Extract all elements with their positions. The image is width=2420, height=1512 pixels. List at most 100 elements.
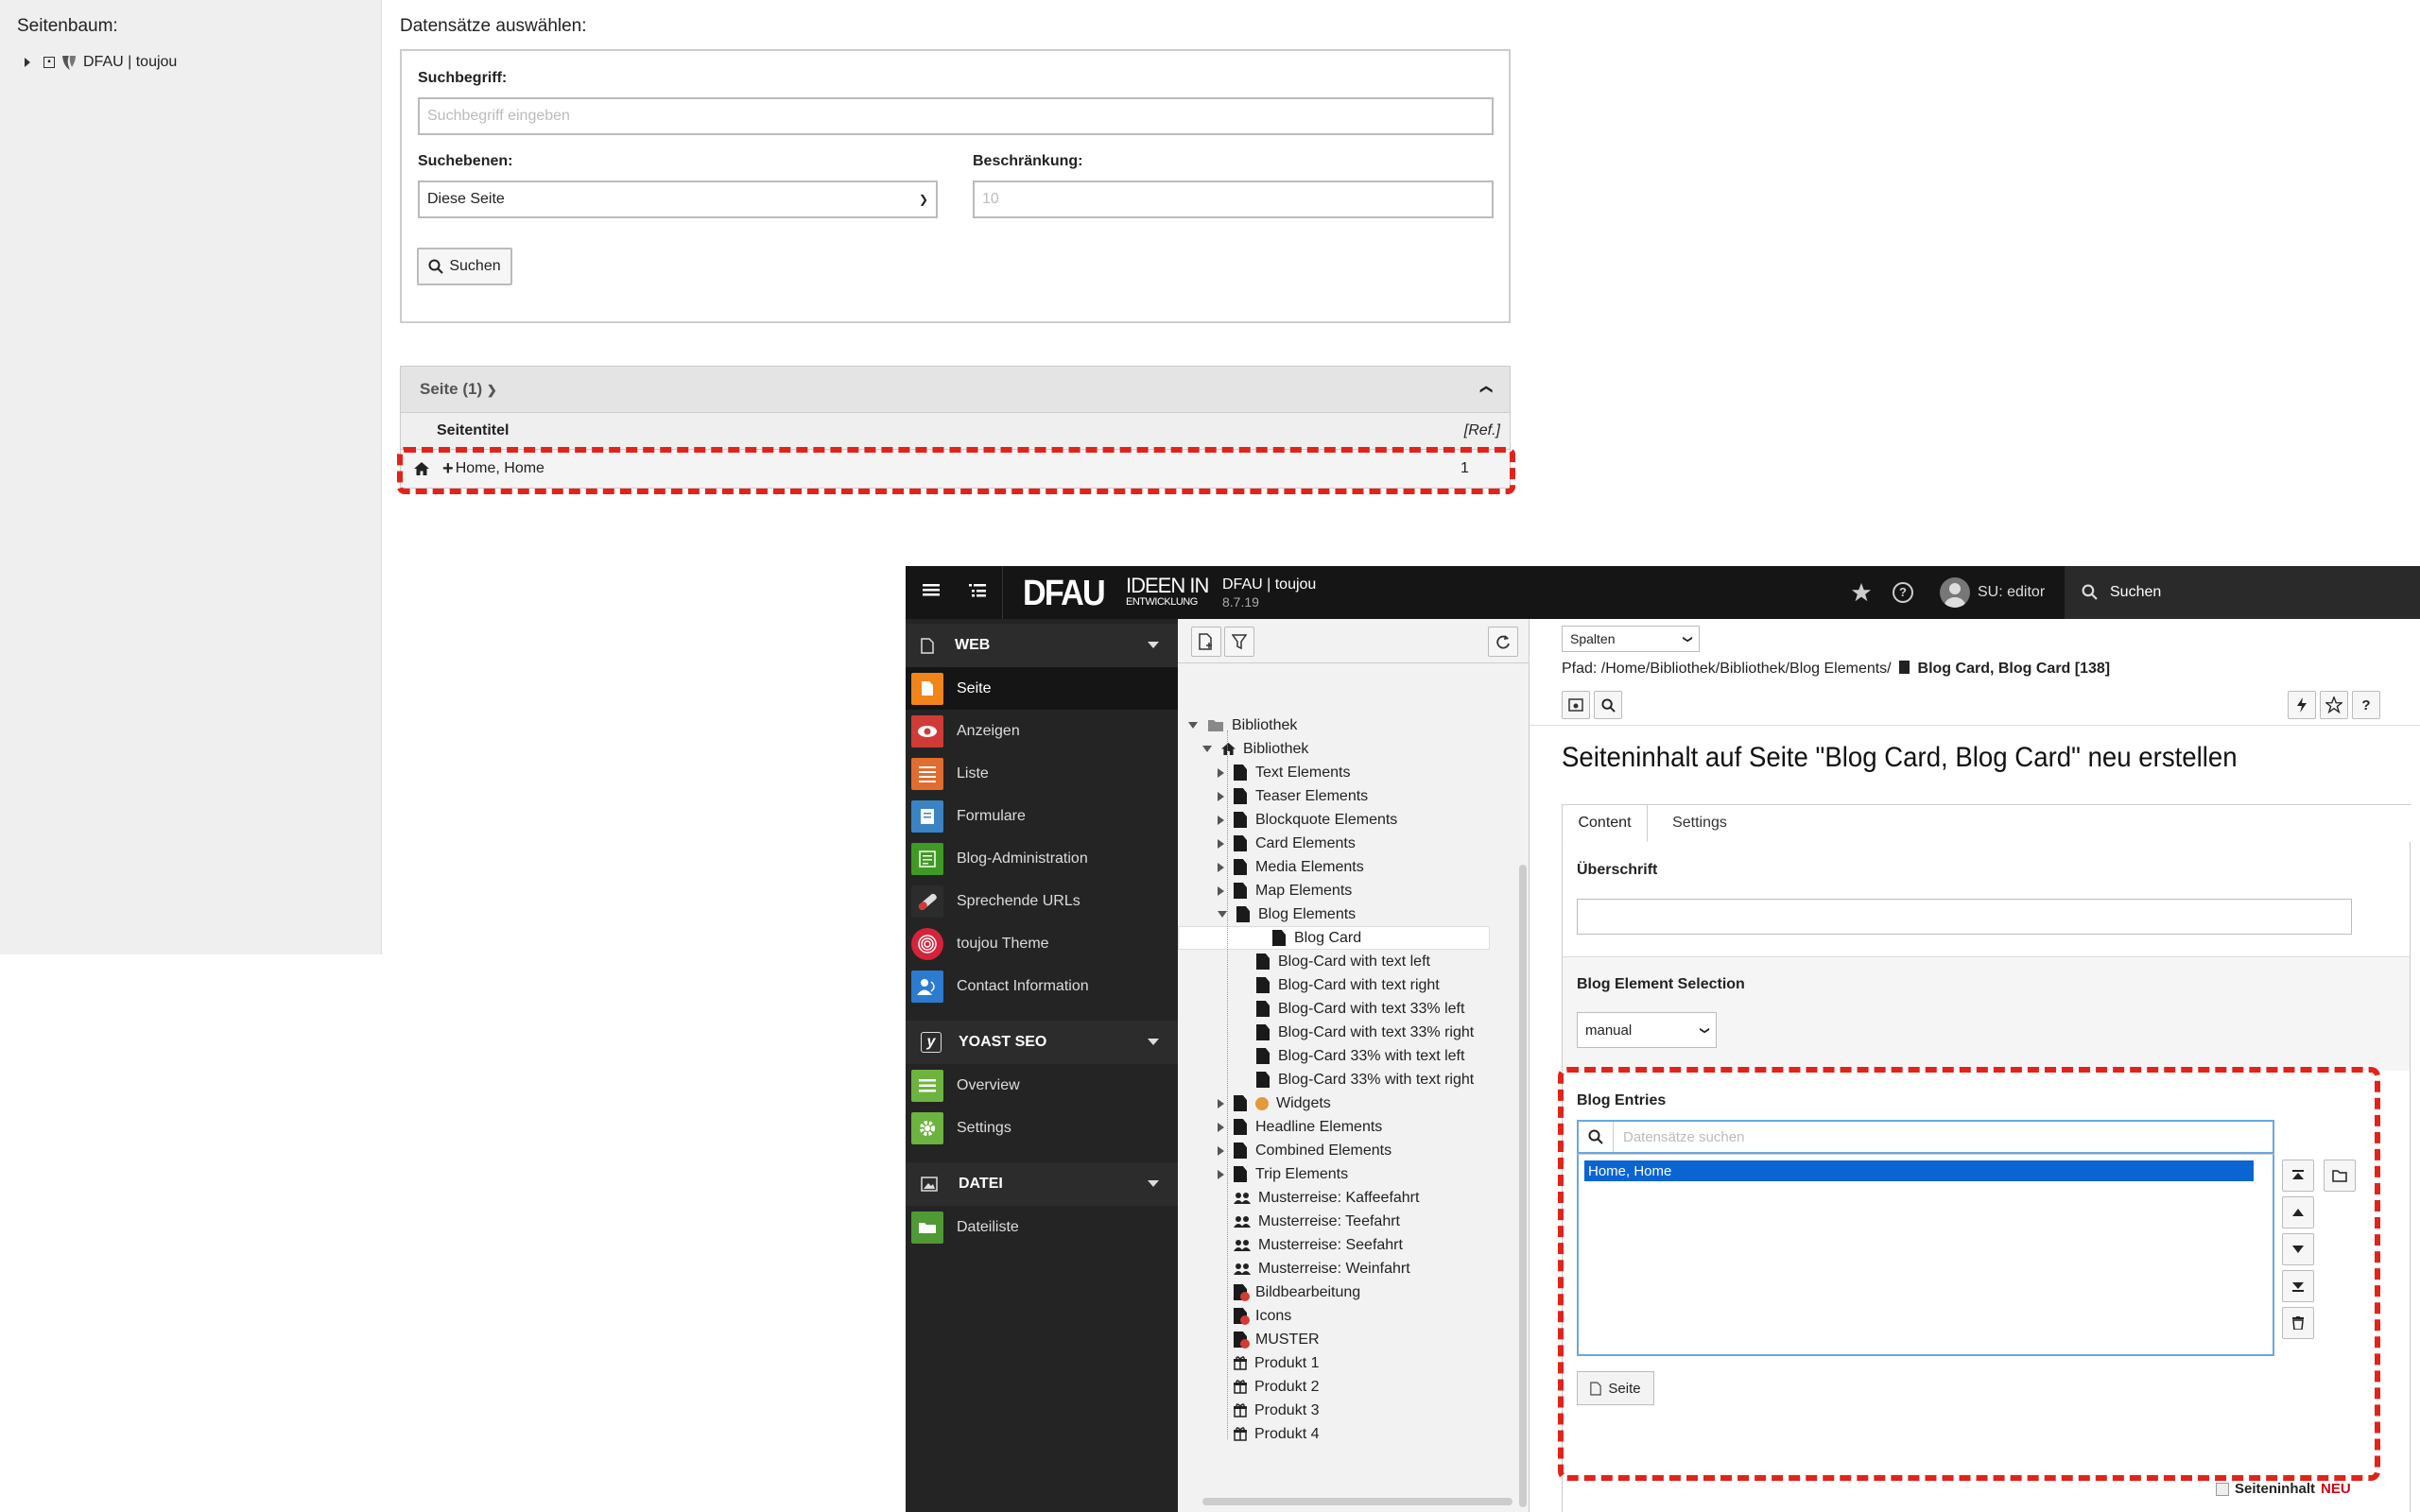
tree-node[interactable]: Bibliothek: [1188, 713, 1297, 737]
add-record-icon[interactable]: +: [442, 458, 454, 480]
expand-icon[interactable]: [1218, 862, 1224, 872]
tree-node[interactable]: Produkt 2: [1218, 1375, 1319, 1399]
expand-icon[interactable]: [1218, 838, 1224, 849]
help-button[interactable]: ?: [2352, 691, 2380, 719]
module-item-formulare[interactable]: Formulare: [906, 795, 1178, 837]
list-item[interactable]: Home, Home: [1584, 1160, 2254, 1181]
tree-node[interactable]: Trip Elements: [1218, 1162, 1348, 1186]
tab-settings[interactable]: Settings: [1657, 804, 1742, 842]
tree-node[interactable]: Combined Elements: [1218, 1139, 1392, 1162]
view-page-button[interactable]: [1562, 691, 1590, 719]
tree-node[interactable]: Blog Card: [1178, 926, 1490, 950]
tree-node[interactable]: MUSTER: [1218, 1328, 1320, 1351]
module-item-urls[interactable]: Sprechende URLs: [906, 880, 1178, 922]
move-top-button[interactable]: [2282, 1160, 2314, 1192]
tab-content[interactable]: Content: [1562, 804, 1648, 842]
search-button-doc[interactable]: [1594, 691, 1622, 719]
table-row[interactable]: + Home, Home 1: [400, 449, 1511, 489]
tree-toggle-icon[interactable]: [969, 583, 986, 598]
tree-scrollbar-horizontal[interactable]: [1202, 1498, 1512, 1505]
move-down-button[interactable]: [2282, 1233, 2314, 1265]
entries-search-input[interactable]: Datensätze suchen: [1577, 1120, 2274, 1154]
expand-icon[interactable]: [1218, 1145, 1224, 1156]
move-bottom-button[interactable]: [2282, 1270, 2314, 1302]
tree-node[interactable]: Blog-Card with text 33% right: [1240, 1021, 1474, 1044]
entries-list[interactable]: Home, Home: [1577, 1154, 2274, 1356]
expand-icon[interactable]: [1218, 1122, 1224, 1132]
collapse-icon[interactable]: [1218, 911, 1227, 918]
tree-node[interactable]: Teaser Elements: [1218, 784, 1368, 808]
tree-node[interactable]: Musterreise: Seefahrt: [1218, 1233, 1403, 1257]
module-item-liste[interactable]: Liste: [906, 752, 1178, 795]
refresh-button[interactable]: [1488, 627, 1518, 657]
tree-node[interactable]: Blog-Card with text right: [1240, 973, 1440, 997]
filter-button[interactable]: [1224, 627, 1254, 657]
module-group-file[interactable]: DATEI: [906, 1162, 1178, 1206]
star-icon[interactable]: [1851, 582, 1872, 603]
folder-browse-button[interactable]: [2324, 1160, 2356, 1192]
module-item-overview[interactable]: Overview: [906, 1064, 1178, 1107]
view-select[interactable]: Spalten ❯: [1562, 626, 1700, 652]
tree-node[interactable]: Text Elements: [1218, 761, 1350, 784]
brand-logo[interactable]: DFAU: [1023, 574, 1106, 614]
tree-node[interactable]: Musterreise: Kaffeefahrt: [1218, 1186, 1419, 1210]
record-title[interactable]: Home, Home: [456, 460, 544, 477]
shortcut-button[interactable]: [2288, 691, 2316, 719]
page-tree-root[interactable]: ▪ DFAU | toujou: [25, 53, 177, 72]
tree-node[interactable]: Bildbearbeitung: [1218, 1280, 1360, 1304]
module-item-settings[interactable]: Settings: [906, 1107, 1178, 1149]
tree-node[interactable]: Produkt 3: [1218, 1399, 1319, 1422]
tree-node[interactable]: Blog-Card with text left: [1240, 950, 1430, 973]
menu-toggle-icon[interactable]: [923, 583, 940, 596]
tree-node[interactable]: Blog Elements: [1218, 902, 1356, 926]
user-name[interactable]: SU: editor: [1978, 584, 2045, 601]
limit-input[interactable]: 10: [973, 180, 1494, 218]
results-panel-header[interactable]: Seite (1) ❯ ❯: [400, 366, 1511, 413]
selection-select[interactable]: manual ❯: [1577, 1012, 1717, 1048]
search-term-input[interactable]: Suchbegriff eingeben: [418, 97, 1494, 135]
tree-node[interactable]: Produkt 1: [1218, 1351, 1319, 1375]
headline-input[interactable]: [1577, 899, 2352, 935]
tree-node[interactable]: Blog-Card 33% with text left: [1240, 1044, 1464, 1068]
module-group-yoast[interactable]: y YOAST SEO: [906, 1021, 1178, 1064]
expand-icon[interactable]: [1218, 815, 1224, 825]
expand-icon[interactable]: [1218, 885, 1224, 896]
expand-icon[interactable]: [1218, 767, 1224, 778]
tree-node[interactable]: Card Elements: [1218, 832, 1356, 855]
tree-node[interactable]: Blog-Card 33% with text right: [1240, 1068, 1474, 1091]
toolbar-search[interactable]: Suchen: [2065, 566, 2420, 619]
module-item-blog[interactable]: Blog-Administration: [906, 837, 1178, 880]
collapse-icon[interactable]: [1188, 722, 1198, 729]
module-item-toujou-theme[interactable]: toujou Theme: [906, 922, 1178, 965]
tree-node[interactable]: Widgets: [1218, 1091, 1331, 1115]
tree-node[interactable]: Blog-Card with text 33% left: [1240, 997, 1464, 1021]
collapse-icon[interactable]: ❯: [1478, 385, 1494, 395]
tree-node[interactable]: Map Elements: [1218, 879, 1352, 902]
tree-node[interactable]: Bibliothek: [1202, 737, 1308, 761]
module-item-anzeigen[interactable]: Anzeigen: [906, 710, 1178, 752]
tree-node[interactable]: Icons: [1218, 1304, 1291, 1328]
new-page-button[interactable]: [1191, 627, 1221, 657]
move-up-button[interactable]: [2282, 1196, 2314, 1228]
search-button[interactable]: Suchen: [417, 248, 512, 285]
bookmark-button[interactable]: [2320, 691, 2348, 719]
add-page-button[interactable]: Seite: [1577, 1371, 1654, 1405]
expand-icon[interactable]: [1218, 1169, 1224, 1179]
module-group-web[interactable]: WEB: [906, 624, 1178, 667]
tree-node[interactable]: Musterreise: Weinfahrt: [1218, 1257, 1410, 1280]
expand-icon[interactable]: [25, 58, 30, 67]
avatar[interactable]: [1940, 577, 1970, 608]
expand-icon[interactable]: [1218, 791, 1224, 801]
help-icon[interactable]: ?: [1893, 582, 1913, 603]
module-item-contact[interactable]: Contact Information: [906, 965, 1178, 1007]
search-levels-select[interactable]: Diese Seite ❯: [418, 180, 938, 218]
collapse-icon[interactable]: [1202, 746, 1212, 752]
tree-node[interactable]: Blockquote Elements: [1218, 808, 1397, 832]
module-item-seite[interactable]: Seite: [906, 667, 1178, 710]
tree-node[interactable]: Musterreise: Teefahrt: [1218, 1210, 1400, 1233]
trash-icon[interactable]: [2282, 1307, 2314, 1339]
tree-node[interactable]: Produkt 4: [1218, 1422, 1319, 1446]
tree-node[interactable]: Media Elements: [1218, 855, 1364, 879]
module-item-dateiliste[interactable]: Dateiliste: [906, 1206, 1178, 1248]
tree-scrollbar[interactable]: [1519, 865, 1527, 1507]
